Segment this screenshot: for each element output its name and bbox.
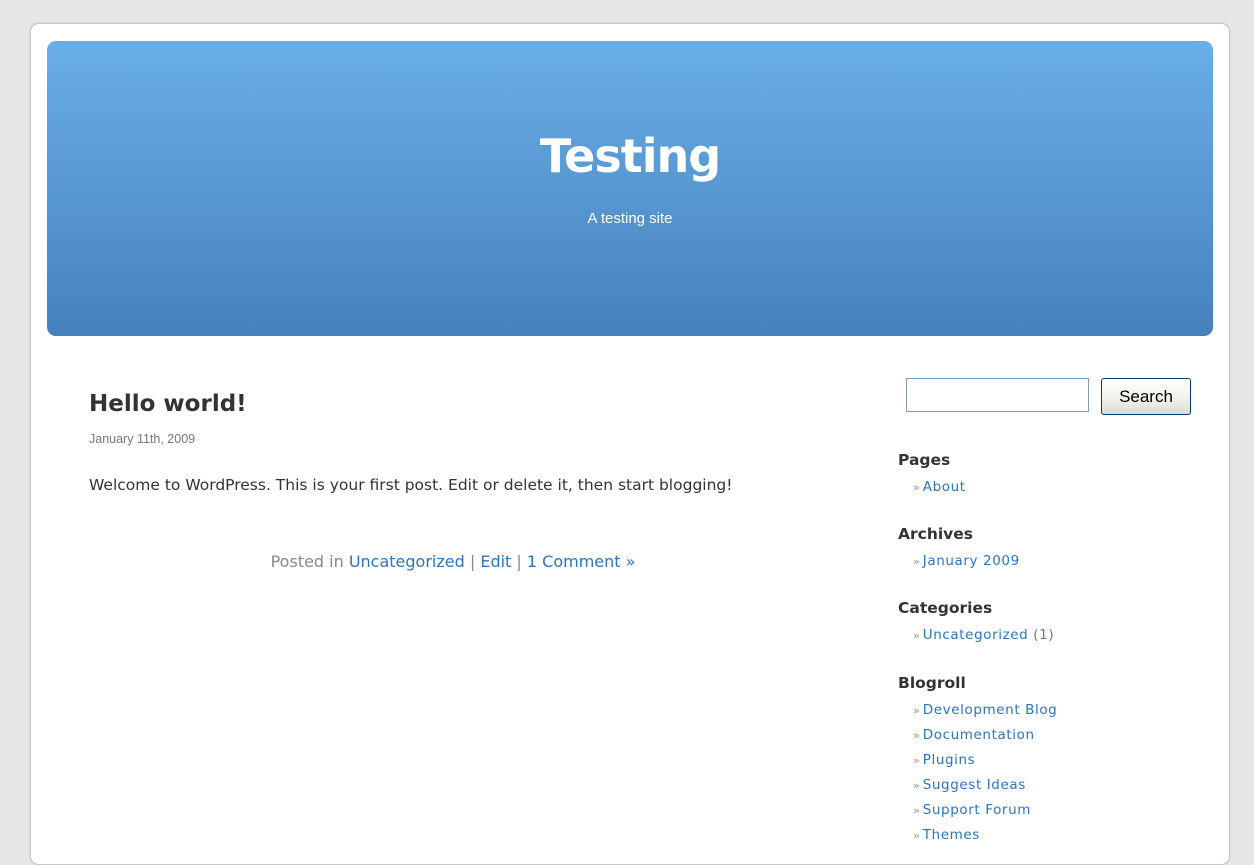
comments-link[interactable]: 1 Comment » (527, 552, 636, 571)
bullet-icon: » (913, 754, 920, 767)
pages-heading: Pages (898, 451, 951, 469)
list-item: » January 2009 (913, 549, 1208, 574)
list-item: » Development Blog (913, 698, 1208, 723)
bullet-icon: » (913, 829, 920, 842)
category-link-uncategorized[interactable]: Uncategorized (923, 627, 1029, 643)
archives-section: Archives » January 2009 (898, 525, 1208, 574)
post-meta-prefix: Posted in (270, 552, 349, 571)
categories-list: » Uncategorized (1) (898, 623, 1208, 648)
archive-link-january-2009[interactable]: January 2009 (923, 553, 1020, 569)
category-link[interactable]: Uncategorized (349, 552, 465, 571)
post-date: January 11th, 2009 (89, 432, 196, 446)
site-description: A testing site (587, 210, 673, 227)
list-item: » Suggest Ideas (913, 773, 1208, 798)
search-input[interactable] (906, 378, 1089, 412)
bullet-icon: » (913, 555, 920, 568)
site-header: Testing A testing site (47, 41, 1213, 336)
bullet-icon: » (913, 629, 920, 642)
meta-separator: | (464, 552, 481, 571)
bullet-icon: » (913, 481, 920, 494)
page-link-about[interactable]: About (923, 479, 966, 495)
blogroll-list: » Development Blog » Documentation » Plugin… (898, 698, 1208, 848)
blogroll-link-plugins[interactable]: Plugins (923, 752, 976, 768)
bullet-icon: » (913, 779, 920, 792)
archives-heading: Archives (898, 525, 974, 543)
archives-list: » January 2009 (898, 549, 1208, 574)
site-title-link[interactable]: Testing (47, 129, 1213, 183)
post-meta: Posted in Uncategorized | Edit | 1 Comme… (89, 552, 817, 571)
list-item: » Plugins (913, 748, 1208, 773)
blogroll-heading: Blogroll (898, 674, 966, 692)
blogroll-section: Blogroll » Development Blog » Documentatio… (898, 674, 1208, 848)
meta-separator: | (511, 552, 527, 571)
post-title[interactable]: Hello world! (89, 391, 247, 417)
blogroll-link-development-blog[interactable]: Development Blog (923, 702, 1058, 718)
pages-section: Pages » About (898, 451, 1208, 500)
blogroll-link-suggest-ideas[interactable]: Suggest Ideas (923, 777, 1026, 793)
categories-heading: Categories (898, 599, 993, 617)
edit-link[interactable]: Edit (480, 552, 511, 571)
bullet-icon: » (913, 804, 920, 817)
blogroll-link-support-forum[interactable]: Support Forum (923, 802, 1031, 818)
search-button[interactable]: Search (1101, 378, 1191, 415)
bullet-icon: » (913, 704, 920, 717)
bullet-icon: » (913, 729, 920, 742)
page-container: Testing A testing site Hello world! Janu… (30, 23, 1230, 865)
list-item: » Support Forum (913, 798, 1208, 823)
categories-section: Categories » Uncategorized (1) (898, 599, 1208, 648)
category-count: (1) (1033, 627, 1055, 643)
list-item: » Documentation (913, 723, 1208, 748)
post-body: Welcome to WordPress. This is your first… (89, 476, 733, 494)
blogroll-link-documentation[interactable]: Documentation (923, 727, 1035, 743)
list-item: » About (913, 475, 1208, 500)
pages-list: » About (898, 475, 1208, 500)
blogroll-link-themes[interactable]: Themes (923, 827, 980, 843)
list-item: » Uncategorized (1) (913, 623, 1208, 648)
post-title-link[interactable]: Hello world! (89, 391, 247, 417)
list-item: » Themes (913, 823, 1208, 848)
